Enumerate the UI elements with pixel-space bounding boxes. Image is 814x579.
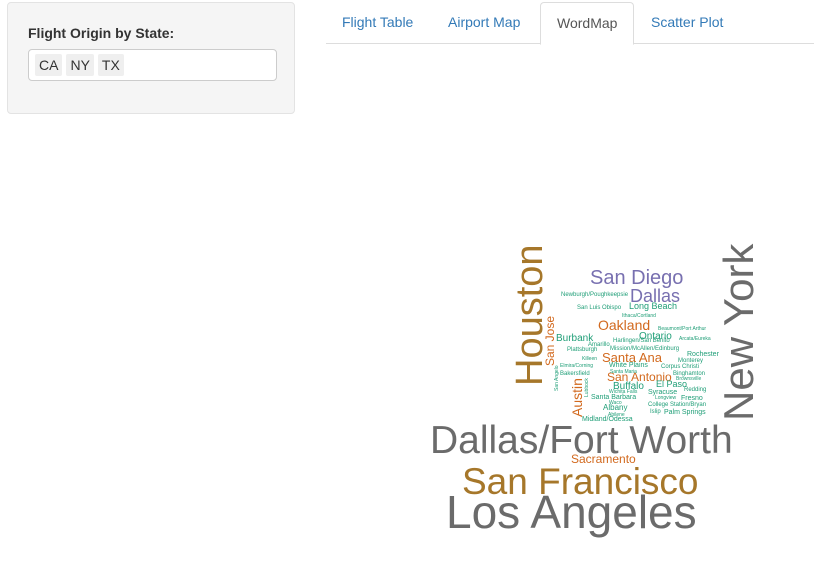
word-elmira: Elmira/Corning [560, 363, 593, 369]
word-san-francisco: San Francisco [462, 461, 699, 502]
word-bakersfield: Bakersfield [560, 371, 590, 377]
word-beaumont: Beaumont/Port Arthur [658, 326, 706, 332]
word-lubbock: Lubbock [584, 378, 590, 397]
word-cloud: Los Angeles San Francisco Dallas/Fort Wo… [430, 243, 762, 538]
word-islip: Islip [650, 409, 661, 415]
word-brownsville: Brownsville [676, 376, 702, 382]
word-monterey: Monterey [678, 358, 703, 364]
word-santa-maria: Santa Maria [610, 369, 637, 375]
word-austin: Austin [569, 378, 585, 417]
word-san-jose: San Jose [543, 316, 557, 366]
word-ithaca: Ithaca/Cortland [622, 313, 656, 319]
word-midland: Midland/Odessa [582, 416, 633, 423]
word-long-beach: Long Beach [629, 301, 677, 311]
word-waco: Waco [609, 400, 622, 406]
word-newburgh: Newburgh/Poughkeepsie [561, 292, 629, 298]
word-killeen: Killeen [582, 356, 597, 362]
word-redding: Redding [684, 387, 706, 393]
word-wichita-falls: Wichita Falls [609, 389, 638, 395]
word-longview: Longview [655, 395, 677, 401]
word-mission: Mission/McAllen/Edinburg [610, 346, 679, 352]
word-corpus-christi: Corpus Christi [661, 364, 699, 370]
word-rochester: Rochester [687, 351, 720, 358]
word-plattsburgh: Plattsburgh [567, 347, 597, 353]
word-san-luis-obispo: San Luis Obispo [577, 305, 622, 311]
word-new-york: New York [715, 243, 762, 421]
word-san-angelo: San Angelo [554, 365, 560, 391]
word-harlingen: Harlingen/San Benito [613, 338, 670, 344]
word-sacramento: Sacramento [571, 452, 636, 466]
word-fresno: Fresno [681, 395, 703, 402]
word-palm-springs: Palm Springs [664, 409, 706, 416]
word-arcata: Arcata/Eureka [679, 336, 711, 342]
word-white-plains: White Plains [609, 362, 648, 369]
word-college-station: College Station/Bryan [648, 402, 706, 408]
